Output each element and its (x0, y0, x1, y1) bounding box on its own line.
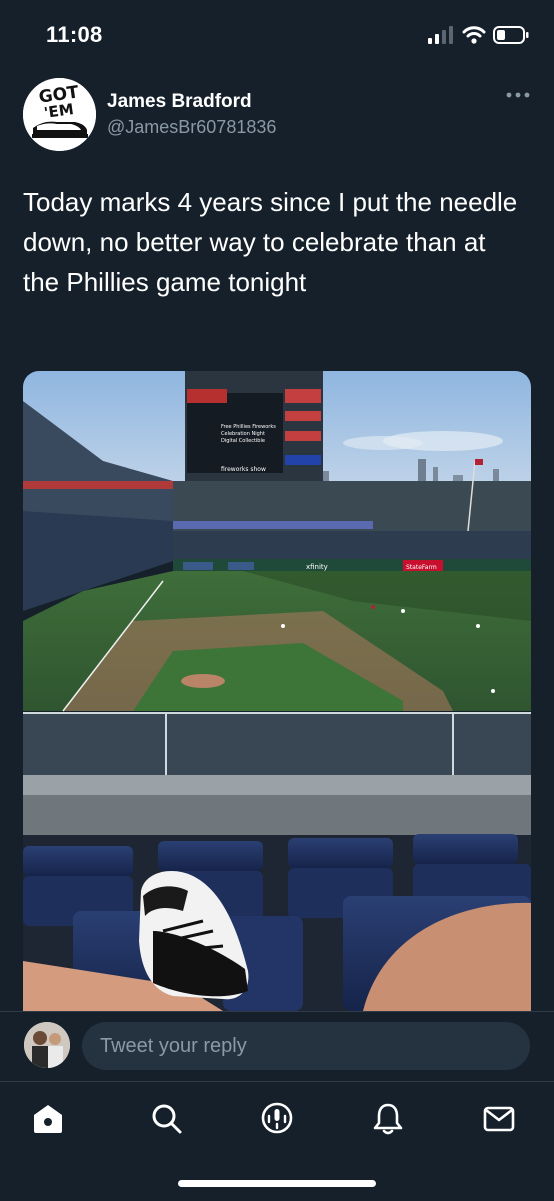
tweet-photo[interactable]: Free Phillies Fireworks Celebration Nigh… (23, 371, 531, 1011)
spaces-icon[interactable] (259, 1100, 295, 1136)
tweet-text: Today marks 4 years since I put the need… (23, 187, 518, 297)
reply-input[interactable]: Tweet your reply (82, 1022, 530, 1070)
notifications-icon[interactable] (370, 1100, 406, 1136)
status-bar: 11:08 (0, 0, 554, 70)
battery-icon (493, 26, 529, 44)
search-icon[interactable] (148, 1100, 184, 1136)
author-name[interactable]: James Bradford (107, 91, 252, 113)
author-handle[interactable]: @JamesBr60781836 (107, 117, 276, 138)
svg-text:Digital Collectible: Digital Collectible (221, 438, 265, 444)
svg-text:Celebration Night: Celebration Night (221, 431, 265, 437)
home-indicator (178, 1180, 376, 1187)
got-em-logo: GOT 'EM (23, 78, 96, 151)
wifi-icon (462, 26, 486, 44)
more-options-icon[interactable] (505, 88, 531, 102)
messages-icon[interactable] (481, 1100, 517, 1136)
signal-icon (428, 26, 453, 44)
author-avatar[interactable]: GOT 'EM (23, 78, 96, 151)
home-icon[interactable] (30, 1100, 66, 1136)
user-avatar[interactable] (24, 1022, 70, 1068)
svg-text:StateFarm: StateFarm (406, 564, 437, 571)
svg-text:Free Phillies Fireworks: Free Phillies Fireworks (221, 424, 276, 430)
status-time: 11:08 (46, 22, 103, 47)
svg-text:fireworks show: fireworks show (221, 466, 266, 473)
svg-text:xfinity: xfinity (306, 563, 328, 571)
